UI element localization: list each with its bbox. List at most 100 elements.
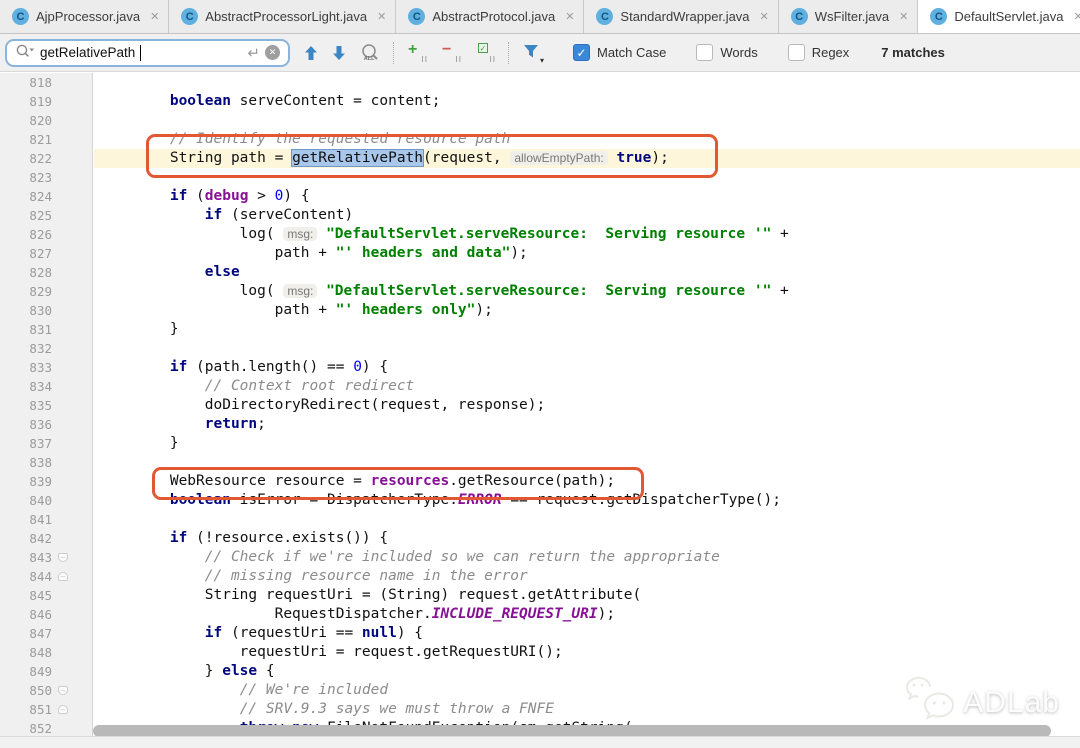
code-line-829[interactable]: log( msg: "DefaultServlet.serveResource:… (94, 282, 1080, 301)
code-line-841[interactable] (94, 510, 1080, 529)
fold-marker-icon[interactable]: – (58, 686, 68, 695)
match-case-label: Match Case (597, 45, 666, 60)
find-all-button[interactable]: ALL (360, 43, 381, 63)
line-number: 842 (0, 529, 92, 548)
code-line-837[interactable]: } (94, 434, 1080, 453)
code-line-840[interactable]: boolean isError = DispatcherType.ERROR =… (94, 491, 1080, 510)
regex-option[interactable]: Regex (788, 44, 850, 61)
code-editor[interactable]: 8188198208218228238248258268278288298308… (0, 73, 1080, 736)
code-line-819[interactable]: boolean serveContent = content; (94, 92, 1080, 111)
matches-count: 7 matches (881, 45, 945, 60)
next-occurrence-button[interactable] (332, 45, 346, 61)
match-case-option[interactable]: ✓ Match Case (573, 44, 666, 61)
fold-marker-icon[interactable]: – (58, 553, 68, 562)
regex-label: Regex (812, 45, 850, 60)
clear-search-icon[interactable]: ✕ (265, 45, 280, 60)
parameter-hint: msg: (283, 227, 317, 241)
watermark: ADLab (905, 676, 1060, 729)
tab-close-icon[interactable]: ✕ (1074, 10, 1080, 23)
watermark-text: ADLab (963, 686, 1060, 720)
class-file-icon: C (791, 8, 808, 25)
tab-label: AjpProcessor.java (36, 9, 140, 24)
code-area[interactable]: boolean serveContent = content; // Ident… (94, 73, 1080, 736)
tab-StandardWrapper.java[interactable]: CStandardWrapper.java✕ (584, 0, 778, 33)
line-number: 844– (0, 567, 92, 586)
code-line-833[interactable]: if (path.length() == 0) { (94, 358, 1080, 377)
tab-AbstractProtocol.java[interactable]: C AbstractProtocol.java ✕ (396, 0, 584, 33)
gutter: 8188198208218228238248258268278288298308… (0, 73, 93, 736)
tab-AjpProcessor.java[interactable]: C AjpProcessor.java ✕ (0, 0, 169, 33)
search-input[interactable]: getRelativePath ↵ ✕ (5, 39, 290, 67)
line-number: 833 (0, 358, 92, 377)
line-number: 822 (0, 149, 92, 168)
code-line-847[interactable]: if (requestUri == null) { (94, 624, 1080, 643)
code-line-843[interactable]: // Check if we're included so we can ret… (94, 548, 1080, 567)
code-line-846[interactable]: RequestDispatcher.INCLUDE_REQUEST_URI); (94, 605, 1080, 624)
tab-bar: C AjpProcessor.java ✕ C AbstractProcessorLig… (0, 0, 1080, 34)
code-line-835[interactable]: doDirectoryRedirect(request, response); (94, 396, 1080, 415)
tab-WsFilter.java[interactable]: C WsFilter.java ✕ (779, 0, 919, 33)
code-line-827[interactable]: path + "' headers and data"); (94, 244, 1080, 263)
regex-checkbox[interactable] (788, 44, 805, 61)
line-number: 826 (0, 225, 92, 244)
code-line-820[interactable] (94, 111, 1080, 130)
code-line-838[interactable] (94, 453, 1080, 472)
code-line-836[interactable]: return; (94, 415, 1080, 434)
code-line-839[interactable]: WebResource resource = resources.getReso… (94, 472, 1080, 491)
words-option[interactable]: Words (696, 44, 757, 61)
words-checkbox[interactable] (696, 44, 713, 61)
tab-close-icon[interactable]: ✕ (377, 10, 386, 23)
tab-label: AbstractProcessorLight.java (205, 9, 367, 24)
line-number: 836 (0, 415, 92, 434)
line-number: 829 (0, 282, 92, 301)
remove-selection-button[interactable]: − II (442, 43, 462, 63)
code-line-826[interactable]: log( msg: "DefaultServlet.serveResource:… (94, 225, 1080, 244)
tab-DefaultServlet.java[interactable]: CDefaultServlet.java✕ (918, 0, 1080, 33)
class-file-icon: C (930, 8, 947, 25)
code-line-821[interactable]: // Identify the requested resource path (94, 130, 1080, 149)
code-line-823[interactable] (94, 168, 1080, 187)
toolbar-separator (508, 42, 509, 64)
class-file-icon: C (12, 8, 29, 25)
class-file-icon: C (181, 8, 198, 25)
code-line-818[interactable] (94, 73, 1080, 92)
line-number: 834 (0, 377, 92, 396)
class-file-icon: C (408, 8, 425, 25)
line-number: 824 (0, 187, 92, 206)
code-line-830[interactable]: path + "' headers only"); (94, 301, 1080, 320)
search-query-text[interactable]: getRelativePath (40, 45, 135, 60)
line-number: 831 (0, 320, 92, 339)
code-line-834[interactable]: // Context root redirect (94, 377, 1080, 396)
code-line-842[interactable]: if (!resource.exists()) { (94, 529, 1080, 548)
enter-icon: ↵ (247, 44, 260, 62)
fold-marker-icon[interactable]: – (58, 705, 68, 714)
line-number: 849 (0, 662, 92, 681)
tab-close-icon[interactable]: ✕ (150, 10, 159, 23)
tab-label: WsFilter.java (815, 9, 889, 24)
code-line-844[interactable]: // missing resource name in the error (94, 567, 1080, 586)
search-icon[interactable] (15, 43, 35, 62)
tab-close-icon[interactable]: ✕ (760, 10, 769, 23)
code-line-832[interactable] (94, 339, 1080, 358)
previous-occurrence-button[interactable] (304, 45, 318, 61)
tab-AbstractProcessorLight.java[interactable]: C AbstractProcessorLight.java ✕ (169, 0, 396, 33)
tab-close-icon[interactable]: ✕ (565, 10, 574, 23)
line-number: 827 (0, 244, 92, 263)
line-number: 846 (0, 605, 92, 624)
code-line-822[interactable]: String path = getRelativePath(request, a… (94, 149, 1080, 168)
code-line-848[interactable]: requestUri = request.getRequestURI(); (94, 643, 1080, 662)
fold-marker-icon[interactable]: – (58, 572, 68, 581)
line-number: 820 (0, 111, 92, 130)
code-line-831[interactable]: } (94, 320, 1080, 339)
filter-button[interactable]: ▾ (523, 43, 543, 63)
code-line-824[interactable]: if (debug > 0) { (94, 187, 1080, 206)
code-line-828[interactable]: else (94, 263, 1080, 282)
select-all-occurrences-button[interactable]: ✓ II (476, 43, 496, 63)
code-line-825[interactable]: if (serveContent) (94, 206, 1080, 225)
code-line-845[interactable]: String requestUri = (String) request.get… (94, 586, 1080, 605)
match-case-checkbox[interactable]: ✓ (573, 44, 590, 61)
add-selection-button[interactable]: + II (408, 43, 428, 63)
tab-label: AbstractProtocol.java (432, 9, 555, 24)
tab-label: StandardWrapper.java (620, 9, 749, 24)
tab-close-icon[interactable]: ✕ (899, 10, 908, 23)
